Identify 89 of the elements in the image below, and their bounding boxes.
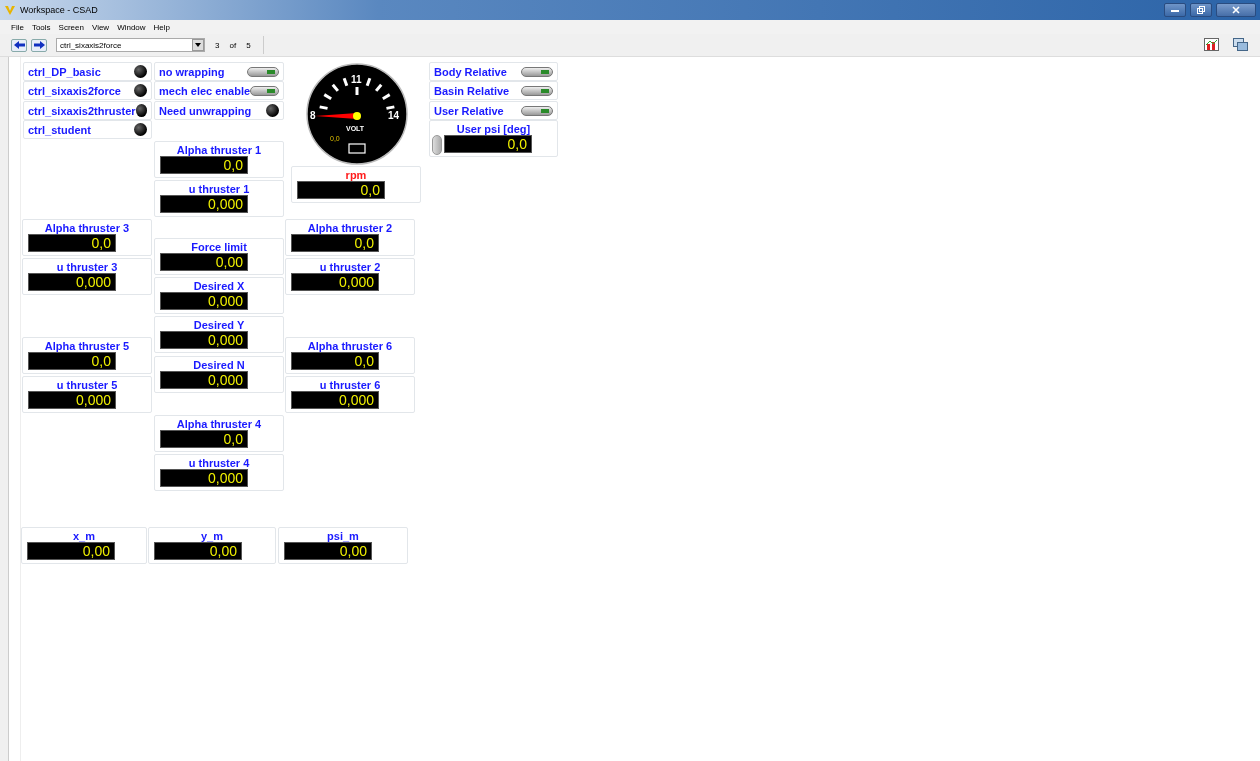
numeric-display: 0,00 (154, 542, 242, 560)
display-label: Desired X (193, 280, 245, 292)
toggle-switch[interactable] (521, 105, 553, 116)
back-button[interactable] (11, 38, 27, 52)
app-logo-icon (4, 4, 16, 16)
switch-label: Body Relative (434, 65, 507, 78)
restore-icon (1197, 6, 1205, 14)
display-label: u thruster 4 (188, 457, 250, 469)
arrow-left-icon (13, 41, 25, 49)
numeric-display: 0,0 (28, 352, 116, 370)
display-label: Alpha thruster 3 (44, 222, 130, 234)
switch-label: Basin Relative (434, 84, 510, 97)
numeric-display: 0,000 (160, 371, 248, 389)
scale-label: 14 (388, 110, 400, 121)
indicator-label: ctrl_DP_basic (28, 65, 101, 78)
switch-label: no wrapping (159, 65, 225, 78)
display-label: u thruster 5 (56, 379, 118, 391)
minimize-button[interactable] (1164, 3, 1186, 17)
scale-label: 11 (351, 74, 362, 85)
numeric-display: 0,0 (297, 181, 385, 199)
toggle-switch[interactable] (247, 66, 279, 77)
numeric-display: 0,0 (291, 234, 379, 252)
display-label: u thruster 1 (188, 183, 250, 195)
page-of-label: of (229, 40, 237, 50)
scale-tick (355, 87, 359, 95)
display-label: User psi [deg] (456, 123, 531, 135)
indicator-label: ctrl_student (28, 123, 91, 136)
display-label: Alpha thruster 6 (307, 340, 393, 352)
numeric-display: 0,000 (28, 273, 116, 291)
numeric-display: 0,0 (160, 430, 248, 448)
display-label: Desired Y (193, 319, 245, 331)
window-title: Workspace - CSAD (20, 5, 99, 15)
close-icon (1232, 6, 1240, 14)
toggle-switch[interactable] (521, 85, 553, 96)
switch-label: mech elec enable (159, 84, 251, 97)
forward-button[interactable] (31, 38, 47, 52)
menu-item[interactable]: View (91, 22, 110, 32)
menu-item[interactable]: Help (153, 22, 171, 32)
windows-icon[interactable] (1232, 37, 1249, 53)
display-label: psi_m (327, 530, 359, 542)
caret-icon (195, 43, 201, 47)
arrow-right-icon (33, 41, 45, 49)
menu-item[interactable]: Window (117, 22, 146, 32)
indicator-label: Need unwrapping (159, 104, 252, 117)
display-label: u thruster 6 (319, 379, 381, 391)
numeric-display: 0,000 (160, 292, 248, 310)
numeric-display: 0,000 (291, 391, 379, 409)
screen-dropdown[interactable]: ctrl_sixaxis2force (56, 38, 205, 52)
display-label: Alpha thruster 4 (176, 418, 262, 430)
indicator-label: ctrl_sixaxis2thruster (28, 104, 136, 117)
display-label: Alpha thruster 1 (176, 144, 262, 156)
numeric-display: 0,0 (160, 156, 248, 174)
scale-label: 8 (310, 110, 316, 121)
display-label: Desired N (193, 359, 245, 371)
menu-item[interactable]: File (11, 22, 24, 32)
numeric-display[interactable]: 0,0 (444, 135, 532, 153)
numeric-display: 0,0 (291, 352, 379, 370)
toggle-switch[interactable] (521, 66, 553, 77)
display-label: Alpha thruster 2 (307, 222, 393, 234)
numeric-display: 0,000 (160, 195, 248, 213)
numeric-display: 0,000 (291, 273, 379, 291)
display-label: x_m (73, 530, 95, 542)
restore-button[interactable] (1190, 3, 1212, 17)
display-label: u thruster 3 (56, 261, 118, 273)
menu-item[interactable]: Screen (58, 22, 84, 32)
display-label: u thruster 2 (319, 261, 381, 273)
close-button[interactable] (1216, 3, 1256, 17)
menu-item[interactable]: Tools (31, 22, 51, 32)
numeric-display: 0,0 (28, 234, 116, 252)
display-label: Alpha thruster 5 (44, 340, 130, 352)
toggle-switch[interactable] (250, 85, 279, 96)
spinner-button[interactable] (432, 135, 442, 155)
numeric-display: 0,000 (160, 469, 248, 487)
needle-hub (353, 112, 361, 120)
switch-label: User Relative (434, 104, 504, 117)
page-total: 5 (246, 40, 251, 50)
battery-icon (348, 143, 366, 154)
display-label: Force limit (191, 241, 247, 253)
numeric-display: 0,000 (160, 331, 248, 349)
numeric-display: 0,00 (27, 542, 115, 560)
minimize-icon (1171, 8, 1179, 12)
display-label: rpm (345, 169, 367, 181)
numeric-display: 0,00 (284, 542, 372, 560)
page-number: 3 (215, 40, 220, 50)
chart-icon[interactable] (1203, 37, 1220, 53)
display-label: y_m (201, 530, 223, 542)
numeric-display: 0,00 (160, 253, 248, 271)
numeric-display: 0,000 (28, 391, 116, 409)
indicator-label: ctrl_sixaxis2force (28, 84, 121, 97)
